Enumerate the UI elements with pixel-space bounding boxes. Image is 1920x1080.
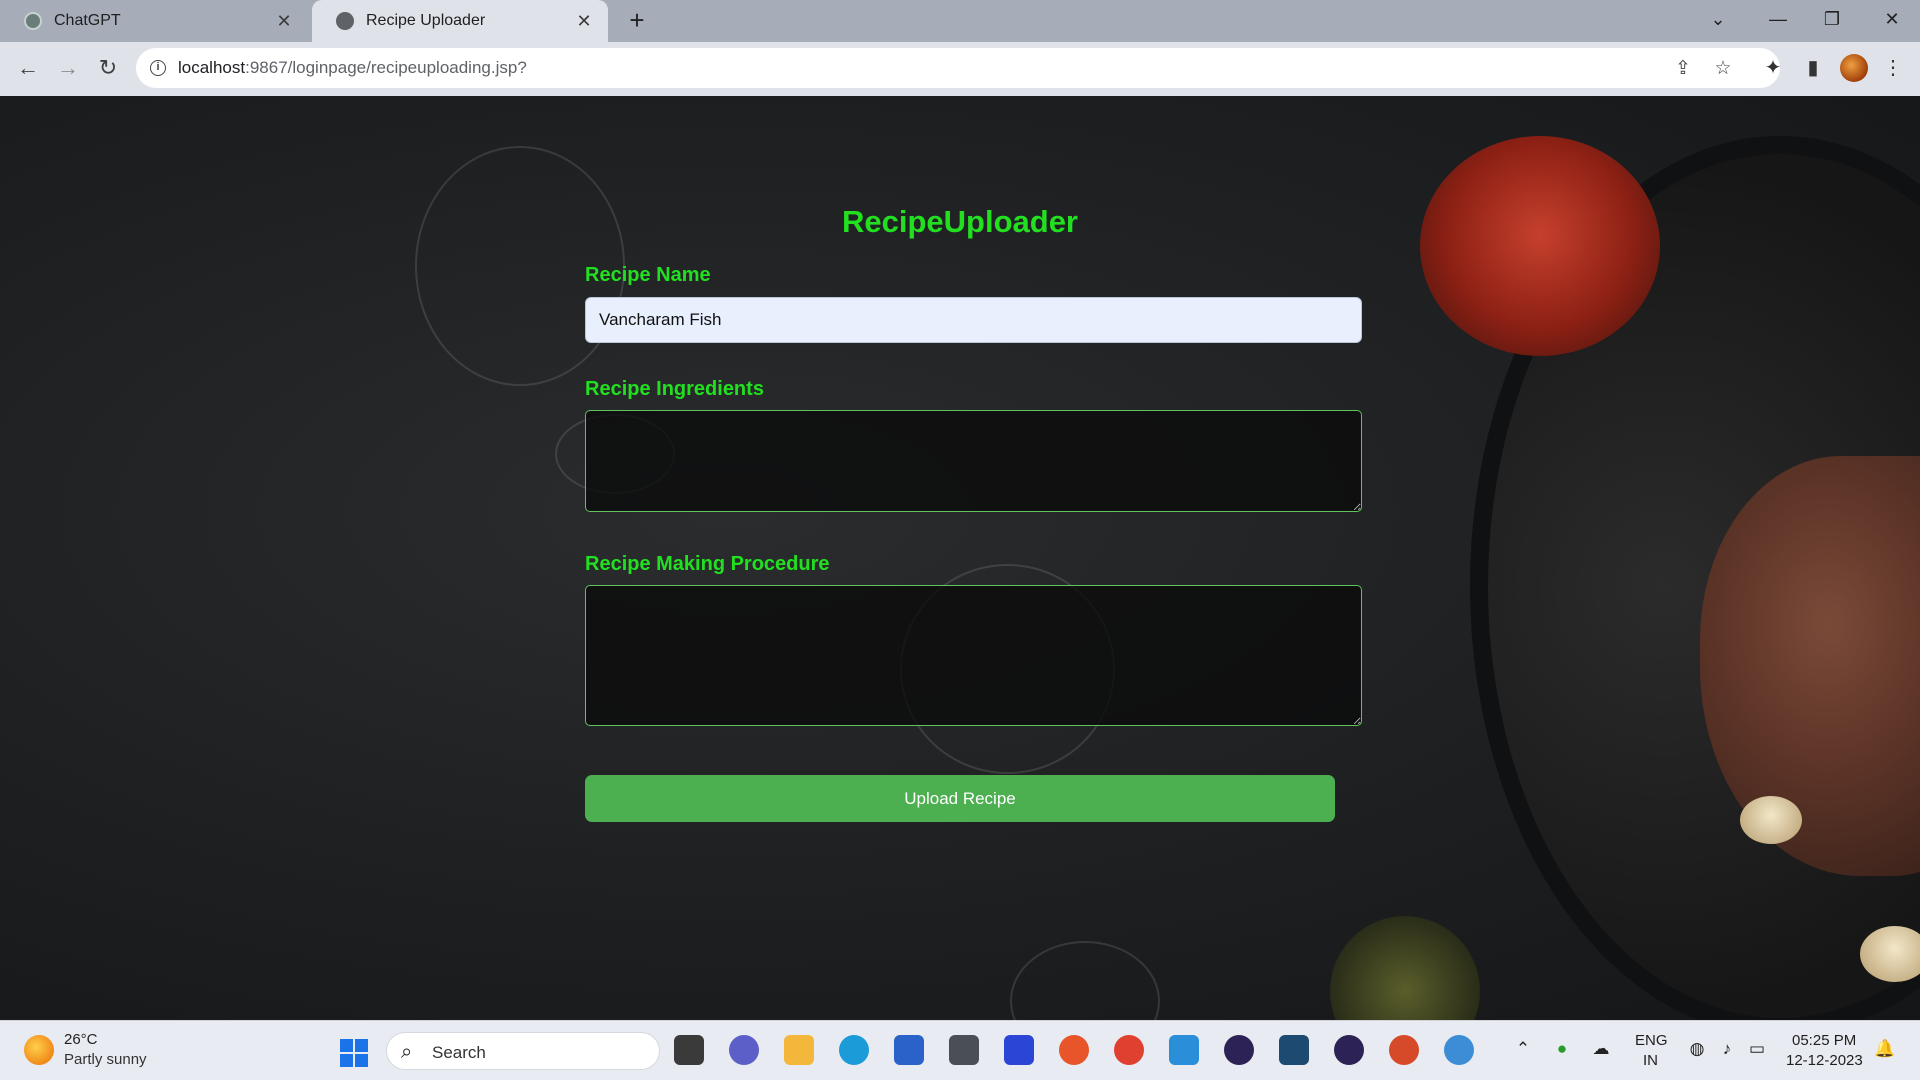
- url-text[interactable]: localhost:9867/loginpage/recipeuploading…: [178, 58, 527, 78]
- bookmark-star-icon[interactable]: ☆: [1710, 56, 1736, 82]
- window-close-button[interactable]: ✕: [1866, 0, 1918, 38]
- tab-chatgpt[interactable]: ChatGPT ✕: [0, 0, 308, 42]
- side-panel-icon[interactable]: ▮: [1798, 52, 1828, 84]
- clock-time[interactable]: 05:25 PM: [1792, 1032, 1856, 1049]
- search-placeholder: Search: [432, 1043, 486, 1062]
- windows-start-icon[interactable]: [340, 1039, 368, 1067]
- task-view-icon[interactable]: [674, 1035, 704, 1065]
- search-icon: ⌕: [401, 1041, 413, 1063]
- weather-sun-icon[interactable]: [24, 1035, 54, 1065]
- microsoft-store-icon[interactable]: [894, 1035, 924, 1065]
- recipe-ingredients-label: Recipe Ingredients: [585, 378, 764, 400]
- tab-title: Recipe Uploader: [366, 12, 486, 29]
- mysql-workbench-icon[interactable]: [1279, 1035, 1309, 1065]
- recipe-ingredients-textarea[interactable]: [585, 410, 1362, 512]
- weather-temperature[interactable]: 26°C: [64, 1031, 98, 1048]
- background-herb-image: [1330, 916, 1480, 1020]
- back-button[interactable]: ←: [10, 50, 46, 86]
- edge-browser-icon[interactable]: [839, 1035, 869, 1065]
- profile-avatar[interactable]: [1840, 54, 1868, 82]
- share-icon[interactable]: ⇪: [1670, 56, 1696, 82]
- cloud-icon[interactable]: ☁: [1590, 1039, 1612, 1061]
- taskbar-search[interactable]: ⌕ Search: [386, 1032, 660, 1070]
- minimize-button[interactable]: —: [1752, 0, 1804, 38]
- address-bar[interactable]: i localhost:9867/loginpage/recipeuploadi…: [136, 48, 1780, 88]
- tray-app-icon[interactable]: ●: [1551, 1039, 1573, 1061]
- eclipse-icon[interactable]: [1334, 1035, 1364, 1065]
- page-title: RecipeUploader: [841, 204, 1078, 239]
- chrome-active-icon[interactable]: [1389, 1035, 1419, 1065]
- weather-description[interactable]: Partly sunny: [64, 1051, 147, 1068]
- background-garlic-image: [1740, 796, 1802, 844]
- background-garlic-image: [1860, 926, 1920, 982]
- taskbar: 26°C Partly sunny ⌕ Search ⌃ ● ☁ ENG IN …: [0, 1020, 1920, 1080]
- chatgpt-favicon-icon: [24, 12, 42, 30]
- new-tab-button[interactable]: +: [622, 6, 652, 36]
- restore-button[interactable]: ❐: [1806, 0, 1858, 38]
- background-tomato-image: [1420, 136, 1660, 356]
- extensions-puzzle-icon[interactable]: ✦: [1758, 52, 1788, 84]
- close-icon[interactable]: ✕: [574, 11, 594, 32]
- recipe-procedure-label: Recipe Making Procedure: [585, 553, 830, 575]
- chrome-icon[interactable]: [1114, 1035, 1144, 1065]
- teams-chat-icon[interactable]: [729, 1035, 759, 1065]
- site-info-icon[interactable]: i: [150, 60, 166, 76]
- battery-icon[interactable]: ▭: [1746, 1039, 1768, 1061]
- vscode-icon[interactable]: [1169, 1035, 1199, 1065]
- url-host: localhost: [178, 58, 246, 77]
- recipe-name-input[interactable]: [585, 297, 1362, 343]
- chevron-up-icon[interactable]: ⌃: [1512, 1039, 1534, 1061]
- browser-toolbar: ← → ↻ i localhost:9867/loginpage/recipeu…: [0, 42, 1920, 96]
- network-globe-icon[interactable]: ◍: [1686, 1039, 1708, 1061]
- recipe-procedure-textarea[interactable]: [585, 585, 1362, 726]
- language-code[interactable]: ENG: [1635, 1032, 1668, 1049]
- tab-recipe-uploader[interactable]: Recipe Uploader ✕: [312, 0, 608, 42]
- app-cube-icon[interactable]: [949, 1035, 979, 1065]
- firefox-icon[interactable]: [1059, 1035, 1089, 1065]
- upload-recipe-button[interactable]: Upload Recipe: [585, 775, 1335, 822]
- menu-kebab-icon[interactable]: ⋮: [1878, 52, 1908, 84]
- background-sketch-onion: [1010, 941, 1160, 1020]
- tab-search-icon[interactable]: ⌄: [1692, 0, 1744, 38]
- notification-bell-icon[interactable]: 🔔: [1874, 1039, 1896, 1061]
- page-viewport: RecipeUploader Recipe Name Recipe Ingred…: [0, 96, 1920, 1020]
- app-globe-icon[interactable]: [1444, 1035, 1474, 1065]
- volume-icon[interactable]: ♪: [1716, 1039, 1738, 1061]
- recipe-name-label: Recipe Name: [585, 264, 711, 286]
- globe-icon: [336, 12, 354, 30]
- reload-button[interactable]: ↻: [90, 50, 126, 86]
- url-path: :9867/loginpage/recipeuploading.jsp?: [245, 58, 527, 77]
- forward-button[interactable]: →: [50, 50, 86, 86]
- close-icon[interactable]: ✕: [274, 11, 294, 32]
- tab-strip: ChatGPT ✕ Recipe Uploader ✕ + ⌄ — ❐ ✕: [0, 0, 1920, 42]
- file-explorer-icon[interactable]: [784, 1035, 814, 1065]
- eclipse-icon[interactable]: [1224, 1035, 1254, 1065]
- app-bluebox-icon[interactable]: [1004, 1035, 1034, 1065]
- clock-date[interactable]: 12-12-2023: [1786, 1052, 1863, 1069]
- language-region[interactable]: IN: [1643, 1052, 1658, 1069]
- tab-title: ChatGPT: [54, 12, 121, 29]
